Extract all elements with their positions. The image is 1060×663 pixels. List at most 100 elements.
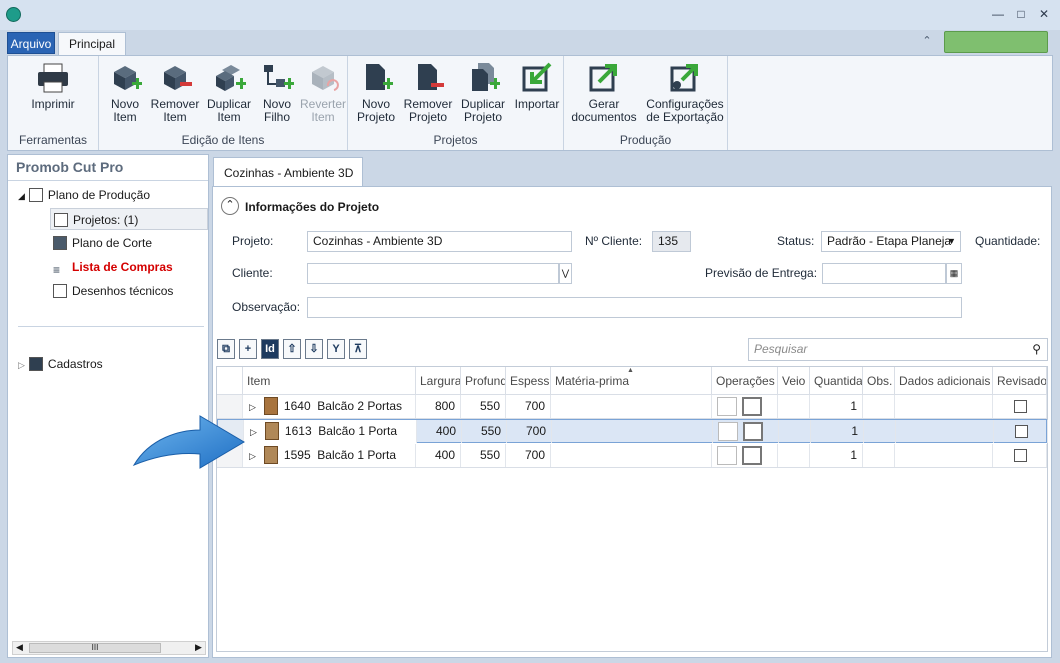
- reverter-item-button[interactable]: Reverter Item: [299, 62, 347, 124]
- group-label-projetos: Projetos: [433, 133, 478, 147]
- merge-icon[interactable]: Y: [327, 339, 345, 359]
- tree-item-plano-de-corte[interactable]: Plano de Corte: [53, 232, 152, 254]
- column-header-obs[interactable]: Obs.: [863, 367, 895, 395]
- materia-prima-cell: [551, 395, 712, 418]
- split-icon[interactable]: ⊼: [349, 339, 367, 359]
- novo-item-button[interactable]: Novo Item: [103, 62, 147, 124]
- add-icon[interactable]: +: [239, 339, 257, 359]
- column-header-quantidade[interactable]: Quantida: [810, 367, 863, 395]
- imprimir-label: Imprimir: [31, 97, 75, 111]
- dados-adicionais-cell: [896, 420, 994, 443]
- maximize-icon[interactable]: □: [1013, 6, 1029, 22]
- remover-projeto-button[interactable]: Remover Projeto: [402, 62, 454, 124]
- status-select[interactable]: Padrão - Etapa Planeja ▼: [821, 231, 961, 252]
- tree-item-cadastros[interactable]: ▷ Cadastros: [18, 353, 103, 375]
- scroll-thumb[interactable]: III: [29, 643, 161, 653]
- column-header-espessura[interactable]: Espessu: [506, 367, 551, 395]
- search-icon[interactable]: ⚲: [1032, 339, 1041, 360]
- revisado-checkbox[interactable]: [1015, 425, 1028, 438]
- column-header-operacoes[interactable]: Operações: [712, 367, 778, 395]
- expand-row-icon[interactable]: ▷: [249, 402, 256, 412]
- cliente-expand-icon[interactable]: ⋁: [559, 263, 572, 284]
- tree-item-lista-de-compras[interactable]: ≡ Lista de Compras: [53, 256, 173, 278]
- document-remove-icon: [411, 62, 445, 94]
- cabinet-1-door-icon: [263, 446, 278, 464]
- calendar-icon[interactable]: ▦: [946, 263, 962, 284]
- printer-icon: [36, 62, 70, 94]
- duplicate-item-icon: [212, 62, 247, 94]
- collapse-section-icon[interactable]: ⌃: [221, 197, 239, 215]
- column-header-veio[interactable]: Veio: [778, 367, 810, 395]
- cube-remove-icon: [158, 62, 192, 94]
- duplicate-icon[interactable]: ⧉: [217, 339, 235, 359]
- revisado-checkbox[interactable]: [1014, 400, 1027, 413]
- id-icon[interactable]: Id: [261, 339, 279, 359]
- scroll-left-icon[interactable]: ◀: [16, 642, 23, 653]
- table-row[interactable]: ▷ 1595 Balcão 1 Porta 400 550 700 1: [217, 444, 1047, 468]
- status-indicator: [944, 31, 1048, 53]
- group-label-ferramentas: Ferramentas: [18, 133, 88, 147]
- revisado-checkbox[interactable]: [1014, 449, 1027, 462]
- ribbon-collapse-icon[interactable]: ⌃: [918, 34, 936, 48]
- scroll-right-icon[interactable]: ▶: [195, 642, 202, 653]
- column-header-profundidade[interactable]: Profundi: [461, 367, 506, 395]
- tab-principal[interactable]: Principal: [58, 32, 126, 56]
- projeto-input[interactable]: Cozinhas - Ambiente 3D: [307, 231, 572, 252]
- profundidade-cell: 550: [461, 444, 506, 467]
- move-down-icon[interactable]: ⇩: [305, 339, 323, 359]
- item-cell: ▷ 1640 Balcão 2 Portas: [243, 395, 416, 418]
- importar-button[interactable]: Importar: [512, 62, 562, 111]
- table-row[interactable]: › ▷1613 Balcão 1 Porta 400 550 700 1: [217, 419, 1048, 443]
- horizontal-scrollbar[interactable]: ◀ III ▶: [12, 641, 206, 655]
- obs-cell: [863, 444, 895, 467]
- document-add-icon: [359, 62, 394, 94]
- row-header-column: [217, 367, 243, 395]
- operation-light-icon[interactable]: [717, 446, 737, 465]
- tree-label-projetos: Projetos: (1): [73, 213, 139, 227]
- items-grid: Item Largura Profundi Espessu Matéria-pr…: [216, 366, 1048, 652]
- novo-filho-label-2: Filho: [263, 110, 290, 124]
- divider: [18, 326, 204, 327]
- observacao-input[interactable]: [307, 297, 962, 318]
- previsao-input[interactable]: [822, 263, 946, 284]
- dropdown-arrow-icon[interactable]: ▼: [947, 232, 956, 251]
- operation-light-icon[interactable]: [717, 397, 737, 416]
- column-header-item[interactable]: Item: [243, 367, 416, 395]
- remover-item-button[interactable]: Remover Item: [149, 62, 201, 124]
- column-header-dados-adicionais[interactable]: Dados adicionais: [895, 367, 993, 395]
- column-header-revisado[interactable]: Revisado: [993, 367, 1047, 395]
- tree-collapse-icon[interactable]: ◢: [18, 191, 25, 201]
- minimize-icon[interactable]: —: [990, 6, 1006, 22]
- close-icon[interactable]: ✕: [1036, 6, 1052, 22]
- move-up-icon[interactable]: ⇧: [283, 339, 301, 359]
- duplicar-item-button[interactable]: Duplicar Item: [205, 62, 253, 124]
- document-duplicate-icon: [466, 62, 501, 94]
- tab-arquivo[interactable]: Arquivo: [7, 32, 55, 54]
- gerar-documentos-button[interactable]: Gerar documentos: [570, 62, 638, 124]
- operation-icon[interactable]: [742, 397, 762, 416]
- cliente-input[interactable]: [307, 263, 559, 284]
- operation-light-icon[interactable]: [718, 422, 738, 441]
- tree-expand-icon[interactable]: ▷: [18, 360, 25, 370]
- table-row[interactable]: ▷ 1640 Balcão 2 Portas 800 550 700 1: [217, 395, 1047, 419]
- expand-row-icon[interactable]: ▷: [250, 427, 257, 437]
- document-tab[interactable]: Cozinhas - Ambiente 3D: [213, 157, 363, 187]
- imprimir-button[interactable]: Imprimir: [20, 62, 86, 111]
- quantidade-label: Quantidade:: [975, 234, 1041, 248]
- tree-item-plano-de-producao[interactable]: ◢ Plano de Produção: [18, 184, 150, 206]
- duplicar-projeto-button[interactable]: Duplicar Projeto: [458, 62, 508, 124]
- expand-row-icon[interactable]: ▷: [249, 451, 256, 461]
- operation-icon[interactable]: [742, 446, 762, 465]
- group-projetos: Novo Projeto Remover Projeto Duplicar Pr…: [348, 56, 564, 150]
- novo-filho-button[interactable]: Novo Filho: [257, 62, 297, 124]
- tree-item-projetos[interactable]: Projetos: (1): [50, 208, 208, 230]
- configuracoes-exportacao-button[interactable]: Configurações de Exportação: [644, 62, 726, 124]
- operation-icon[interactable]: [743, 422, 763, 441]
- revisado-cell: [993, 395, 1047, 418]
- novo-projeto-button[interactable]: Novo Projeto: [354, 62, 398, 124]
- search-input[interactable]: Pesquisar ⚲: [748, 338, 1048, 361]
- column-header-largura[interactable]: Largura: [416, 367, 461, 395]
- tree-item-desenhos-tecnicos[interactable]: Desenhos técnicos: [53, 280, 173, 302]
- export-settings-icon: [668, 62, 702, 94]
- revisado-cell: [993, 444, 1047, 467]
